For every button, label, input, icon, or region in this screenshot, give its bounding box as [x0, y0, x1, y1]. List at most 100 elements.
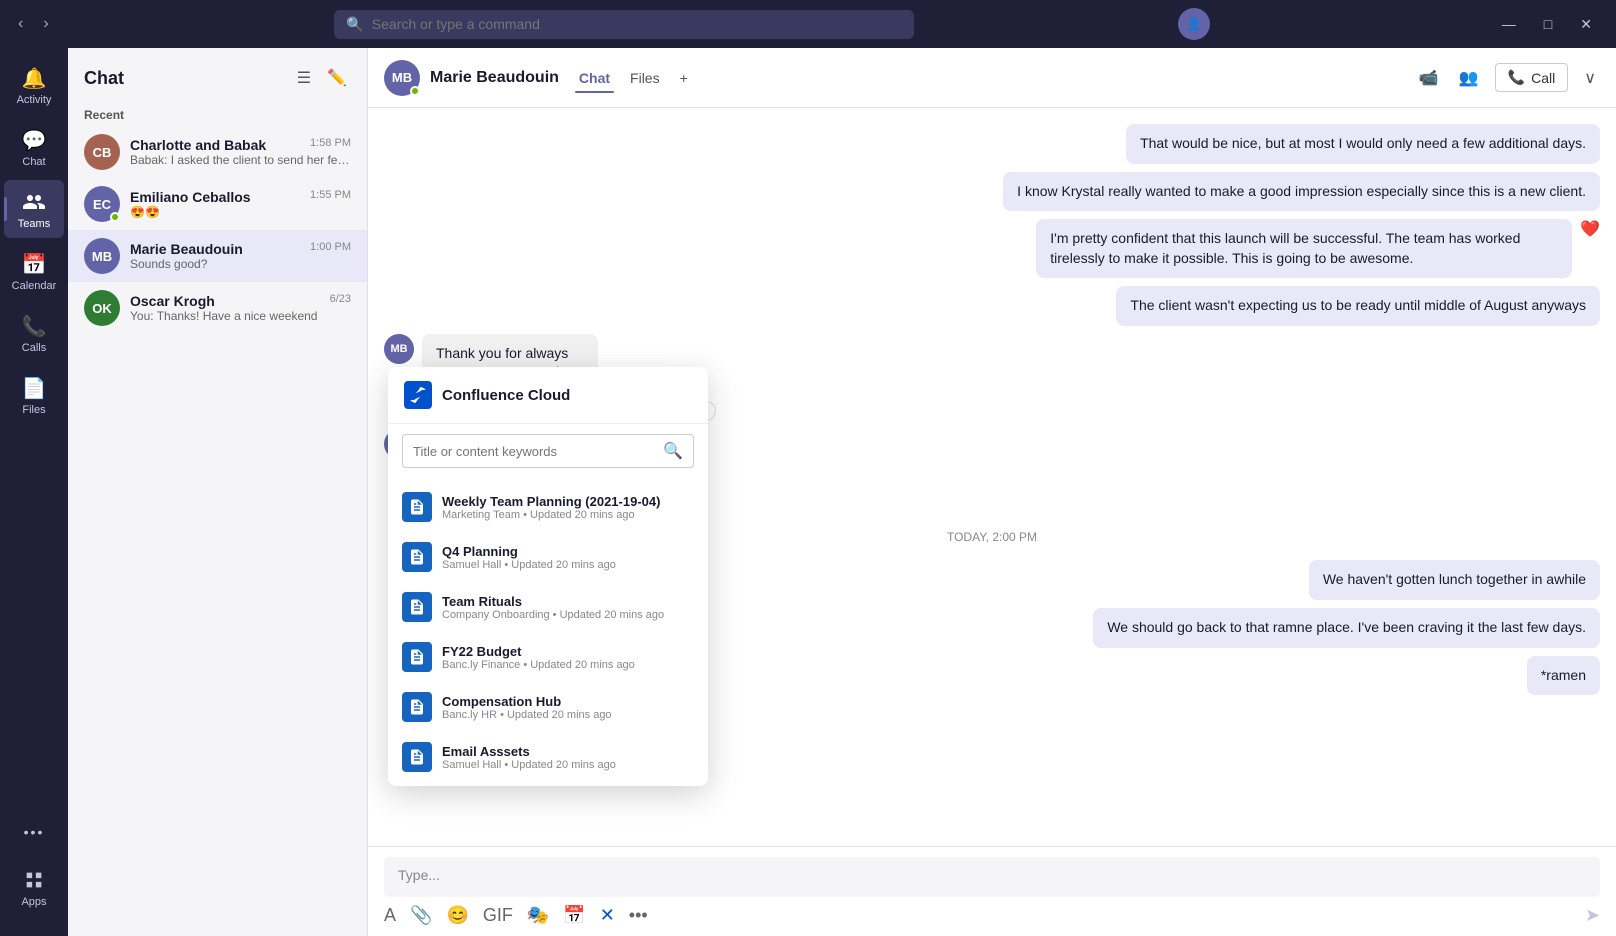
sidebar-item-more[interactable]: ••• — [4, 810, 64, 854]
confluence-items: Weekly Team Planning (2021-19-04) Market… — [388, 478, 708, 786]
chat-time-marie: 1:00 PM — [310, 241, 351, 257]
message-bubble-3: I'm pretty confident that this launch wi… — [1036, 219, 1572, 278]
sidebar-label-chat: Chat — [22, 156, 45, 168]
attach-button[interactable]: 📎 — [410, 905, 432, 926]
confluence-title: Confluence Cloud — [442, 387, 570, 404]
chat-name-emiliano: Emiliano Ceballos — [130, 189, 251, 205]
sidebar-item-chat[interactable]: 💬 Chat — [4, 118, 64, 176]
activity-icon: 🔔 — [20, 64, 48, 92]
confluence-search[interactable]: 🔍 — [402, 434, 694, 468]
add-people-button[interactable]: 👥 — [1455, 64, 1483, 92]
message-row-2: I know Krystal really wanted to make a g… — [384, 172, 1600, 212]
chat-item-marie[interactable]: MB Marie Beaudouin 1:00 PM Sounds good? — [68, 230, 367, 282]
search-bar[interactable]: 🔍 — [334, 10, 914, 39]
gif-button[interactable]: GIF — [483, 905, 513, 926]
conf-item-info-3: Team Rituals Company Onboarding • Update… — [442, 594, 694, 621]
sticker-button[interactable]: 🎭 — [527, 905, 549, 926]
avatar-initials: 👤 — [1187, 17, 1202, 31]
back-button[interactable]: ‹ — [12, 11, 29, 37]
chat-name-marie: Marie Beaudouin — [130, 241, 243, 257]
conf-item-title-5: Compensation Hub — [442, 694, 694, 709]
video-call-button[interactable]: 📹 — [1415, 64, 1443, 92]
more-tools-button[interactable]: ••• — [629, 905, 648, 926]
user-avatar[interactable]: 👤 — [1178, 8, 1210, 40]
message-bubble-8: We should go back to that ramne place. I… — [1093, 608, 1600, 648]
phone-icon: 📞 — [1508, 69, 1525, 86]
nav-buttons: ‹ › — [12, 11, 55, 37]
minimize-button[interactable]: — — [1490, 10, 1528, 38]
recent-label: Recent — [68, 100, 367, 126]
tab-chat[interactable]: Chat — [575, 64, 614, 92]
doc-icon-1 — [402, 492, 432, 522]
maximize-button[interactable]: □ — [1532, 10, 1564, 38]
conf-item-info-4: FY22 Budget Banc.ly Finance • Updated 20… — [442, 644, 694, 671]
search-input[interactable] — [372, 16, 903, 32]
emoji-button[interactable]: 😊 — [446, 905, 468, 926]
sidebar-item-calls[interactable]: 📞 Calls — [4, 304, 64, 362]
format-button[interactable]: A — [384, 905, 396, 926]
confluence-item-4[interactable]: FY22 Budget Banc.ly Finance • Updated 20… — [388, 632, 708, 682]
confluence-header: Confluence Cloud — [388, 367, 708, 424]
confluence-item-6[interactable]: Email Asssets Samuel Hall • Updated 20 m… — [388, 732, 708, 782]
chat-time-oscar: 6/23 — [330, 293, 351, 309]
confluence-item-1[interactable]: Weekly Team Planning (2021-19-04) Market… — [388, 482, 708, 532]
close-button[interactable]: ✕ — [1568, 10, 1604, 39]
sidebar-item-activity[interactable]: 🔔 Activity — [4, 56, 64, 114]
sidebar-item-calendar[interactable]: 📅 Calendar — [4, 242, 64, 300]
message-bubble-4: The client wasn't expecting us to be rea… — [1116, 286, 1600, 326]
more-options-button[interactable]: ∨ — [1580, 64, 1600, 92]
chat-item-oscar[interactable]: OK Oscar Krogh 6/23 You: Thanks! Have a … — [68, 282, 367, 334]
sidebar-label-activity: Activity — [17, 94, 52, 106]
chat-header-actions: 📹 👥 📞 Call ∨ — [1415, 63, 1600, 92]
tab-files[interactable]: Files — [626, 64, 664, 92]
conf-item-info-5: Compensation Hub Banc.ly HR • Updated 20… — [442, 694, 694, 721]
conf-item-title-1: Weekly Team Planning (2021-19-04) — [442, 494, 694, 509]
conf-item-info-2: Q4 Planning Samuel Hall • Updated 20 min… — [442, 544, 694, 571]
tab-add[interactable]: + — [676, 64, 692, 92]
chat-list-panel: Chat ☰ ✏️ Recent CB Charlotte and Babak … — [68, 48, 368, 936]
doc-icon-2 — [402, 542, 432, 572]
confluence-search-icon: 🔍 — [663, 441, 683, 461]
new-chat-button[interactable]: ✏️ — [323, 64, 351, 92]
filter-button[interactable]: ☰ — [293, 64, 315, 92]
messages-area[interactable]: That would be nice, but at most I would … — [368, 108, 1616, 846]
sidebar-label-files: Files — [22, 404, 45, 416]
confluence-icon — [404, 381, 432, 409]
call-button[interactable]: 📞 Call — [1495, 63, 1569, 92]
chat-name-oscar: Oscar Krogh — [130, 293, 215, 309]
chat-item-charlotte[interactable]: CB Charlotte and Babak 1:58 PM Babak: I … — [68, 126, 367, 178]
compose-area: Type... A 📎 😊 GIF 🎭 📅 ✕ ••• ➤ — [368, 846, 1616, 936]
send-button[interactable]: ➤ — [1585, 905, 1600, 926]
conf-item-title-4: FY22 Budget — [442, 644, 694, 659]
conf-item-meta-3: Company Onboarding • Updated 20 mins ago — [442, 609, 694, 621]
chat-header: MB Marie Beaudouin Chat Files + 📹 👥 📞 Ca… — [368, 48, 1616, 108]
chat-name-charlotte: Charlotte and Babak — [130, 137, 266, 153]
title-bar: ‹ › 🔍 👤 — □ ✕ — [0, 0, 1616, 48]
heart-reaction: ❤️ — [1580, 219, 1600, 239]
compose-input[interactable]: Type... — [384, 857, 1600, 897]
sidebar-item-apps[interactable]: Apps — [4, 858, 64, 916]
chat-item-emiliano[interactable]: EC Emiliano Ceballos 1:55 PM 😍😍 — [68, 178, 367, 230]
message-bubble-9: *ramen — [1527, 656, 1600, 696]
confluence-search-input[interactable] — [413, 444, 655, 459]
doc-icon-5 — [402, 692, 432, 722]
confluence-overlay: Confluence Cloud 🔍 Weekly Team Planning … — [388, 367, 708, 786]
confluence-tool-button[interactable]: ✕ — [600, 905, 615, 926]
chat-time-emiliano: 1:55 PM — [310, 189, 351, 205]
search-icon: 🔍 — [346, 16, 363, 33]
confluence-item-2[interactable]: Q4 Planning Samuel Hall • Updated 20 min… — [388, 532, 708, 582]
window-controls: — □ ✕ — [1490, 10, 1604, 39]
conf-item-meta-5: Banc.ly HR • Updated 20 mins ago — [442, 709, 694, 721]
sidebar-item-teams[interactable]: Teams — [4, 180, 64, 238]
sidebar-bottom: ••• Apps — [4, 810, 64, 936]
schedule-button[interactable]: 📅 — [563, 905, 585, 926]
conf-item-meta-6: Samuel Hall • Updated 20 mins ago — [442, 759, 694, 771]
confluence-item-5[interactable]: Compensation Hub Banc.ly HR • Updated 20… — [388, 682, 708, 732]
header-online-status — [410, 86, 420, 96]
chat-preview-emiliano: 😍😍 — [130, 205, 351, 219]
calls-icon: 📞 — [20, 312, 48, 340]
confluence-item-3[interactable]: Team Rituals Company Onboarding • Update… — [388, 582, 708, 632]
chat-icon: 💬 — [20, 126, 48, 154]
forward-button[interactable]: › — [37, 11, 54, 37]
sidebar-item-files[interactable]: 📄 Files — [4, 366, 64, 424]
